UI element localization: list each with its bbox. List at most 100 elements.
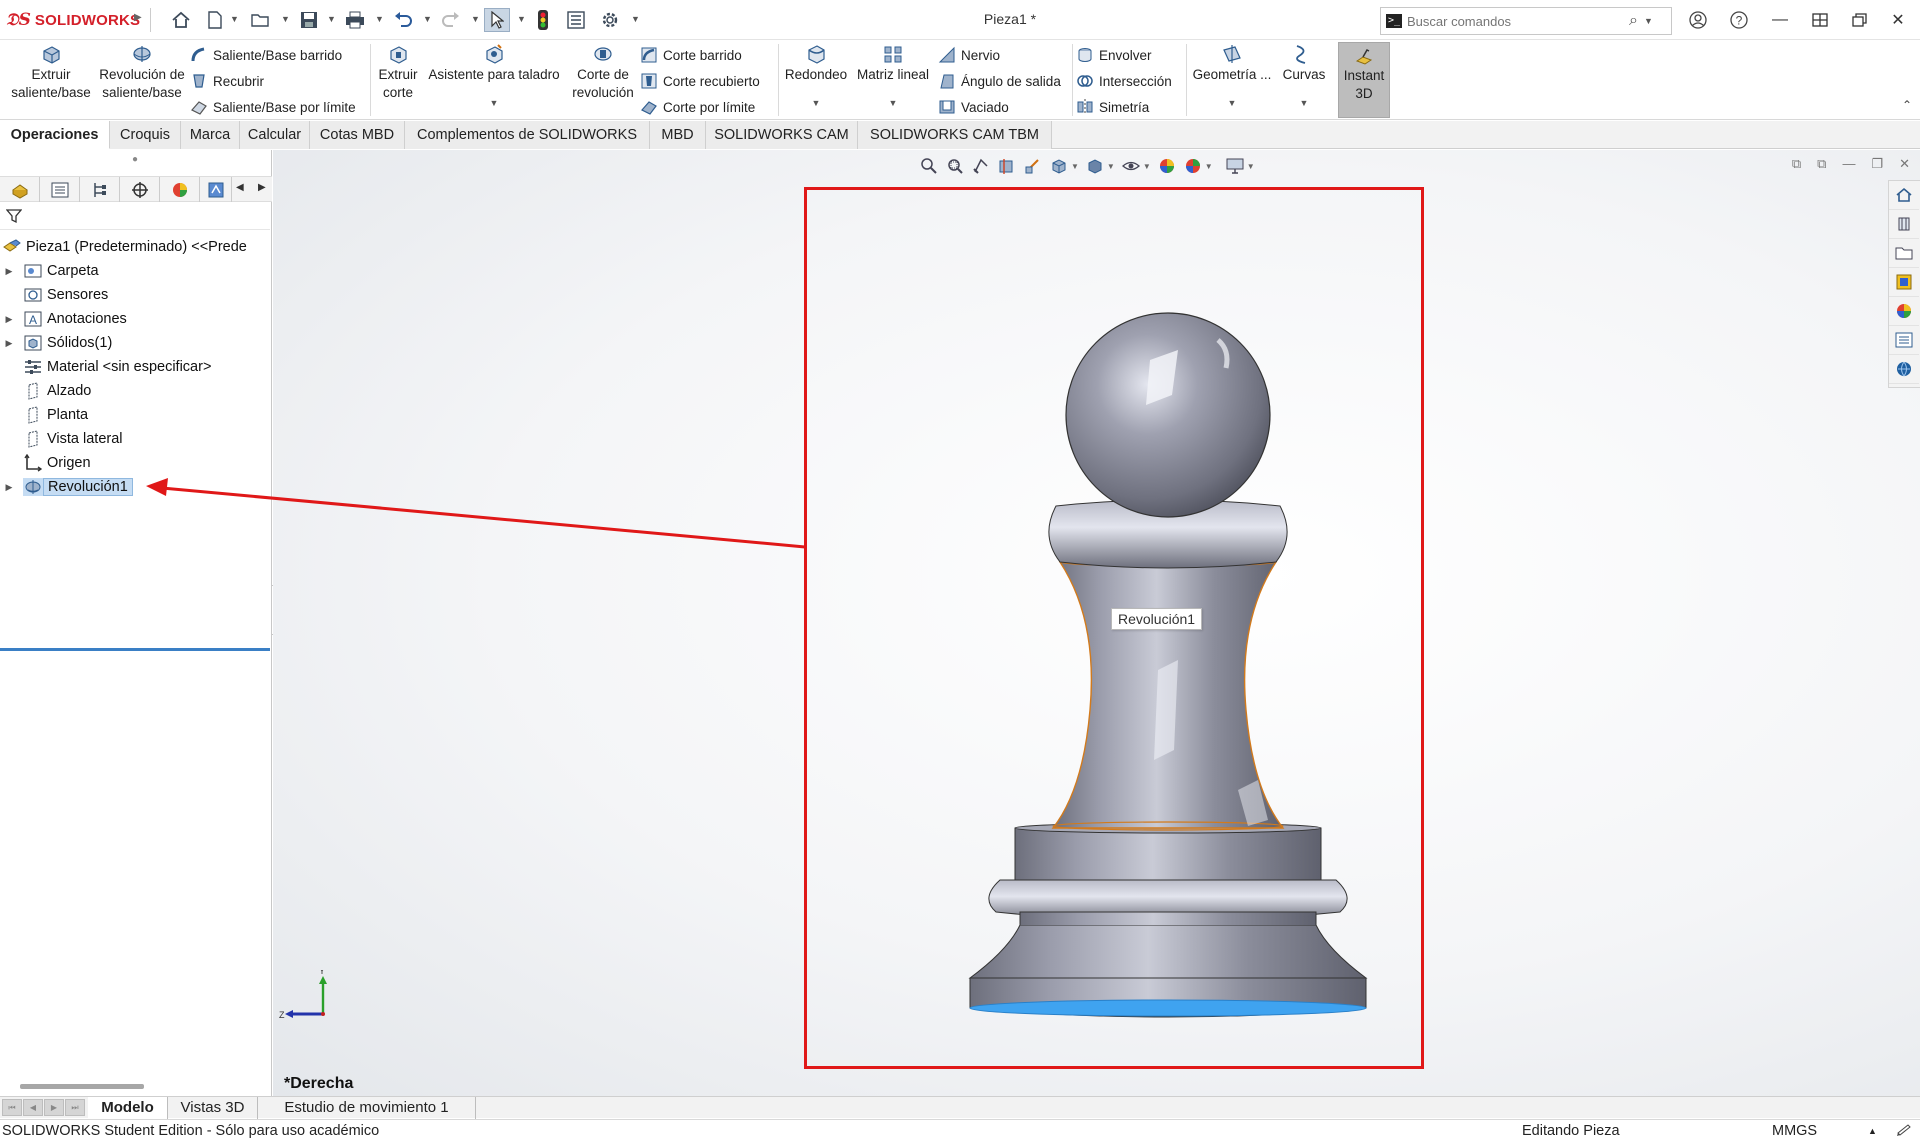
appearances-icon[interactable] [1889, 297, 1919, 326]
tree-item-origin[interactable]: Origen [0, 452, 91, 474]
options-dropdown-icon[interactable]: ▼ [631, 14, 640, 24]
print-icon[interactable] [342, 8, 368, 32]
close-window-icon[interactable]: ✕ [1884, 7, 1912, 33]
save-icon[interactable] [296, 8, 322, 32]
rib-button[interactable]: Nervio [938, 44, 1000, 66]
filter-funnel-icon[interactable] [5, 208, 23, 227]
tree-item-annotations[interactable]: ▶ A Anotaciones [0, 308, 127, 330]
tree-item-solid-bodies[interactable]: ▶ Sólidos(1) [0, 332, 113, 354]
graphics-area[interactable]: ▼ ▼ ▼ ▼ ▼ ⧉ ⧉ — ❐ ✕ Revolución1 Y Z *Der… [273, 150, 1920, 1096]
panel-horizontal-scrollbar[interactable] [20, 1084, 144, 1089]
print-dropdown-icon[interactable]: ▼ [375, 14, 384, 24]
solidworks-resources-icon[interactable] [1889, 181, 1919, 210]
revolve-cut-button[interactable]: Corte de revolución [570, 44, 636, 102]
tab-cotas-mbd[interactable]: Cotas MBD [310, 121, 405, 149]
configuration-manager-tab-icon[interactable] [80, 177, 120, 202]
extrude-boss-button[interactable]: Extruir saliente/base [8, 44, 94, 102]
edit-appearance-icon[interactable] [1157, 156, 1177, 176]
panel-grip-icon[interactable]: ● [132, 154, 138, 165]
apply-scene-icon[interactable] [1183, 156, 1203, 176]
tab-solidworks-cam-tbm[interactable]: SOLIDWORKS CAM TBM [858, 121, 1052, 149]
minimize-window-icon[interactable]: — [1766, 7, 1794, 33]
cam-feature-tree-tab-icon[interactable] [200, 177, 232, 202]
linear-pattern-button[interactable]: Matriz lineal ▼ [852, 44, 934, 112]
tab-mbd[interactable]: MBD [650, 121, 706, 149]
last-tab-icon[interactable]: ⏭ [65, 1099, 85, 1116]
search-dropdown-icon[interactable]: ▼ [1644, 16, 1653, 26]
view-palette-icon[interactable] [1889, 268, 1919, 297]
hide-show-dropdown-icon[interactable]: ▼ [1143, 162, 1151, 171]
unit-system-dropdown-icon[interactable]: ▲ [1868, 1126, 1877, 1136]
tab-complementos[interactable]: Complementos de SOLIDWORKS [405, 121, 650, 149]
shell-button[interactable]: Vaciado [938, 96, 1009, 118]
redo-icon[interactable] [438, 8, 464, 32]
tree-item-top-plane[interactable]: Planta [0, 404, 88, 426]
tree-item-sensors[interactable]: Sensores [0, 284, 108, 306]
tab-model[interactable]: Modelo [88, 1097, 168, 1119]
fillet-dropdown-icon[interactable]: ▼ [812, 94, 821, 112]
expand-arrow-icon[interactable]: ▶ [3, 266, 15, 277]
curves-dropdown-icon[interactable]: ▼ [1300, 94, 1309, 112]
user-account-icon[interactable] [1684, 7, 1712, 33]
dynamic-annotation-icon[interactable] [1023, 156, 1043, 176]
next-tab-icon[interactable]: ▶ [44, 1099, 64, 1116]
tab-operaciones[interactable]: Operaciones [0, 121, 110, 149]
solidworks-forum-icon[interactable] [1889, 355, 1919, 384]
tab-solidworks-cam[interactable]: SOLIDWORKS CAM [706, 121, 858, 149]
help-icon[interactable]: ? [1725, 7, 1753, 33]
instant-3d-button[interactable]: Instant 3D [1338, 42, 1390, 118]
tree-root-part[interactable]: Pieza1 (Predeterminado) <<Prede [0, 236, 247, 258]
tree-item-front-plane[interactable]: Alzado [0, 380, 91, 402]
restore-window-icon[interactable] [1846, 7, 1874, 33]
undo-dropdown-icon[interactable]: ▼ [423, 14, 432, 24]
section-view-icon[interactable] [997, 156, 1017, 176]
open-folder-icon[interactable] [248, 8, 274, 32]
tree-filter-bar[interactable] [0, 202, 270, 230]
expand-arrow-icon[interactable]: ▶ [3, 314, 15, 325]
display-manager-tab-icon[interactable] [160, 177, 200, 202]
tab-croquis[interactable]: Croquis [110, 121, 181, 149]
reference-geometry-dropdown-icon[interactable]: ▼ [1228, 94, 1237, 112]
document-close-icon[interactable]: ✕ [1899, 156, 1910, 172]
hole-wizard-dropdown-icon[interactable]: ▼ [490, 94, 499, 112]
document-tile-left-icon[interactable]: ⧉ [1792, 156, 1801, 172]
file-explorer-icon[interactable] [1889, 239, 1919, 268]
rebuild-traffic-light-icon[interactable] [530, 8, 556, 32]
select-pointer-icon[interactable] [484, 8, 510, 32]
document-restore-icon[interactable]: ❐ [1871, 156, 1883, 172]
search-input[interactable] [1407, 9, 1627, 33]
loft-button[interactable]: Recubrir [190, 70, 264, 92]
linear-pattern-dropdown-icon[interactable]: ▼ [889, 94, 898, 112]
pawn-model[interactable] [828, 190, 1428, 1070]
dimxpert-manager-tab-icon[interactable] [120, 177, 160, 202]
lofted-cut-button[interactable]: Corte recubierto [640, 70, 760, 92]
select-dropdown-icon[interactable]: ▼ [517, 14, 526, 24]
feature-manager-tab-icon[interactable] [0, 177, 40, 202]
view-orientation-dropdown-icon[interactable]: ▼ [1071, 162, 1079, 171]
redo-dropdown-icon[interactable]: ▼ [471, 14, 480, 24]
search-commands[interactable]: >_ ⌕ ▼ [1380, 7, 1672, 35]
tree-item-material[interactable]: Material <sin especificar> [0, 356, 211, 378]
hole-wizard-button[interactable]: Asistente para taladro ▼ [424, 44, 564, 112]
revolve-boss-button[interactable]: Revolución de saliente/base [96, 44, 188, 102]
rollback-bar[interactable] [0, 648, 270, 651]
tile-window-icon[interactable] [1806, 7, 1834, 33]
document-tile-right-icon[interactable]: ⧉ [1817, 156, 1826, 172]
save-dropdown-icon[interactable]: ▼ [327, 14, 336, 24]
boundary-boss-button[interactable]: Saliente/Base por límite [190, 96, 356, 118]
view-settings-dropdown-icon[interactable]: ▼ [1247, 162, 1255, 171]
tabs-scroll-right-icon[interactable]: ▶ [258, 182, 266, 193]
collapse-ribbon-icon[interactable]: ⌃ [1902, 98, 1912, 112]
previous-view-icon[interactable] [971, 156, 991, 176]
zoom-to-fit-icon[interactable] [919, 156, 939, 176]
tab-marca[interactable]: Marca [181, 121, 240, 149]
file-properties-icon[interactable] [563, 8, 589, 32]
new-document-icon[interactable] [202, 8, 228, 32]
view-settings-monitor-icon[interactable] [1225, 156, 1245, 176]
property-manager-tab-icon[interactable] [40, 177, 80, 202]
new-dropdown-icon[interactable]: ▼ [230, 14, 239, 24]
display-style-icon[interactable] [1085, 156, 1105, 176]
wrap-button[interactable]: Envolver [1076, 44, 1152, 66]
document-minimize-icon[interactable]: — [1842, 156, 1855, 172]
view-orientation-icon[interactable] [1049, 156, 1069, 176]
